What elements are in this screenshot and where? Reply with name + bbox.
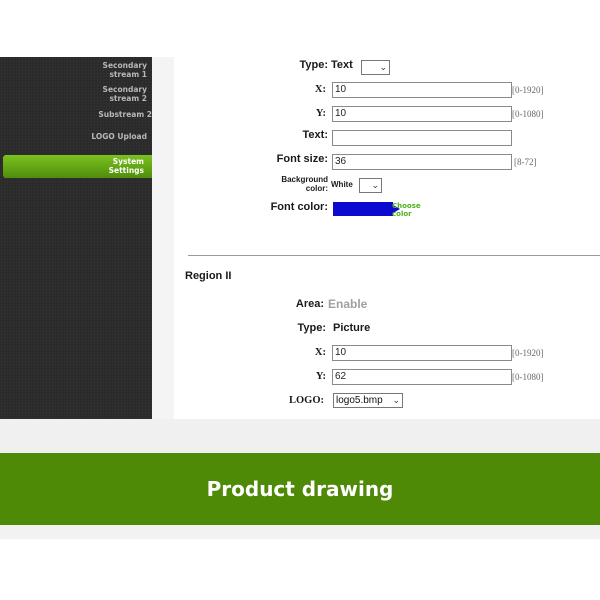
- choose-color-label: Choose: [392, 202, 421, 210]
- sidebar-item-label: Substream 2: [98, 110, 152, 119]
- sidebar-item-label: LOGO Upload: [91, 132, 147, 141]
- type-value: Text: [331, 59, 353, 71]
- sidebar-item-label: Settings: [108, 166, 144, 175]
- sidebar-item-secondary-stream-2[interactable]: Secondary stream 2: [7, 85, 147, 103]
- font-size-field[interactable]: 36: [332, 154, 512, 170]
- x-field[interactable]: 10: [332, 82, 512, 98]
- sidebar-item-substream-2[interactable]: Substream 2: [12, 110, 152, 119]
- chevron-down-icon: ⌄: [379, 62, 387, 72]
- region-2-type-value: Picture: [333, 322, 371, 334]
- sidebar: Secondary stream 1 Secondary stream 2 Su…: [0, 57, 152, 419]
- banner-title: Product drawing: [206, 477, 394, 501]
- background-color-value: White: [331, 180, 353, 189]
- spacer-band: [0, 419, 600, 453]
- sidebar-item-secondary-stream-1[interactable]: Secondary stream 1: [7, 61, 147, 79]
- font-color-swatch[interactable]: [333, 202, 393, 216]
- region-2-x-range: [0-1920]: [512, 348, 544, 358]
- font-size-range: [8-72]: [514, 157, 537, 167]
- region-2-x-label: X:: [314, 347, 326, 358]
- sidebar-item-system-settings[interactable]: System Settings: [3, 155, 152, 178]
- sidebar-item-label: System: [112, 157, 144, 166]
- choose-color-link[interactable]: Choose color: [392, 202, 421, 218]
- region-2-type-label: Type:: [297, 322, 326, 334]
- sidebar-item-label: Secondary: [102, 85, 147, 94]
- region-2-y-field[interactable]: 62: [332, 369, 512, 385]
- section-divider: [188, 255, 600, 256]
- type-select[interactable]: ⌄: [361, 60, 390, 75]
- background-color-label-line: Background: [281, 175, 328, 184]
- background-color-select[interactable]: ⌄: [359, 178, 382, 193]
- logo-select-value: logo5.bmp: [336, 395, 383, 406]
- top-margin: [0, 0, 600, 57]
- y-field[interactable]: 10: [332, 106, 512, 122]
- background-color-label: Background color:: [240, 175, 328, 193]
- chevron-down-icon: ⌄: [392, 395, 400, 405]
- text-label: Text:: [302, 129, 328, 141]
- chevron-down-icon: ⌄: [371, 180, 379, 190]
- logo-label: LOGO:: [288, 395, 324, 406]
- y-label: Y:: [315, 108, 326, 119]
- settings-screenshot: Secondary stream 1 Secondary stream 2 Su…: [0, 57, 600, 419]
- sidebar-item-label: Secondary: [102, 61, 147, 70]
- region-2-y-label: Y:: [315, 371, 326, 382]
- bottom-strip: [0, 525, 600, 539]
- x-range: [0-1920]: [512, 85, 544, 95]
- sidebar-item-label: stream 2: [109, 94, 147, 103]
- sidebar-item-label: stream 1: [109, 70, 147, 79]
- region-2-y-range: [0-1080]: [512, 372, 544, 382]
- type-label: Type:: [299, 59, 328, 71]
- area-label: Area:: [295, 298, 324, 310]
- y-range: [0-1080]: [512, 109, 544, 119]
- x-label: X:: [314, 84, 326, 95]
- product-drawing-banner: Product drawing: [0, 453, 600, 525]
- area-value: Enable: [328, 297, 368, 311]
- sidebar-item-logo-upload[interactable]: LOGO Upload: [7, 132, 147, 141]
- region-2-x-field[interactable]: 10: [332, 345, 512, 361]
- choose-color-label: color: [392, 210, 412, 218]
- logo-select[interactable]: logo5.bmp ⌄: [333, 393, 403, 408]
- font-color-label: Font color:: [270, 201, 328, 213]
- text-field[interactable]: [332, 130, 512, 146]
- sidebar-gap: [152, 57, 174, 419]
- font-size-label: Font size:: [276, 153, 328, 165]
- background-color-label-line: color:: [305, 184, 328, 193]
- region-2-title: Region II: [185, 270, 232, 282]
